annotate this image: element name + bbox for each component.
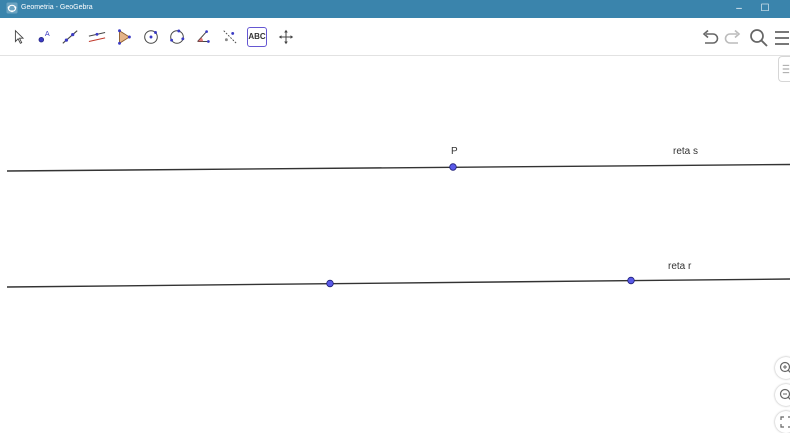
zoom-in-icon — [779, 361, 790, 373]
toolbar: A ABC — [0, 18, 790, 56]
circle-tool-button[interactable] — [141, 27, 161, 47]
text-icon: ABC — [248, 32, 266, 41]
point-tool-button[interactable]: A — [34, 27, 54, 47]
redo-button[interactable] — [722, 27, 744, 49]
reflect-about-line-icon — [223, 30, 237, 44]
maximize-button[interactable]: ☐ — [758, 2, 772, 16]
graphics-view — [6, 163, 790, 288]
window-title-bar: Geometria - GeoGebra – ☐ — [0, 0, 790, 18]
line-label-reta-r: reta r — [668, 261, 692, 272]
line-label-reta-s: reta s — [673, 146, 699, 157]
window-title: Geometria - GeoGebra — [21, 4, 93, 11]
algebra-view-toggle[interactable] — [778, 56, 790, 82]
angle-icon — [197, 30, 210, 43]
point-on-line-r-2[interactable] — [627, 276, 635, 285]
undo-button[interactable] — [699, 27, 721, 49]
line-reta-r[interactable] — [6, 278, 790, 288]
zoom-out-icon — [779, 388, 790, 400]
angle-tool-button[interactable] — [193, 27, 213, 47]
zoom-out-button[interactable] — [775, 384, 790, 406]
undo-icon — [702, 29, 719, 44]
text-tool-button[interactable]: ABC — [247, 27, 267, 47]
minimize-button[interactable]: – — [732, 2, 746, 16]
polygon-icon — [118, 29, 131, 45]
zoom-in-button[interactable] — [775, 357, 790, 379]
point-P[interactable] — [449, 163, 457, 171]
menu-button[interactable] — [772, 27, 790, 49]
reflect-tool-button[interactable] — [220, 27, 240, 47]
svg-text:A: A — [45, 29, 50, 38]
move-tool-button[interactable] — [9, 27, 29, 47]
redo-icon — [724, 29, 741, 44]
search-icon — [750, 29, 768, 47]
geogebra-app-icon — [6, 2, 18, 14]
circle-three-points-tool-button[interactable] — [167, 27, 187, 47]
search-button[interactable] — [748, 27, 770, 49]
line-reta-s[interactable] — [6, 163, 790, 172]
move-graphics-view-icon — [278, 29, 294, 45]
menu-icon — [775, 31, 789, 45]
perpendicular-line-tool-button[interactable] — [87, 27, 107, 47]
line-through-points-icon — [62, 30, 78, 44]
line-tool-button[interactable] — [60, 27, 80, 47]
point-on-line-r-1[interactable] — [326, 279, 334, 288]
circle-center-point-icon — [144, 30, 158, 44]
perpendicular-line-icon — [88, 32, 106, 42]
circle-three-points-icon — [170, 29, 185, 44]
point-icon: A — [38, 29, 50, 43]
point-label-P: P — [451, 146, 458, 157]
arrow-pointer-icon — [14, 29, 25, 44]
menu-icon — [782, 64, 790, 74]
move-graphics-view-tool-button[interactable] — [276, 27, 296, 47]
polygon-tool-button[interactable] — [114, 27, 134, 47]
